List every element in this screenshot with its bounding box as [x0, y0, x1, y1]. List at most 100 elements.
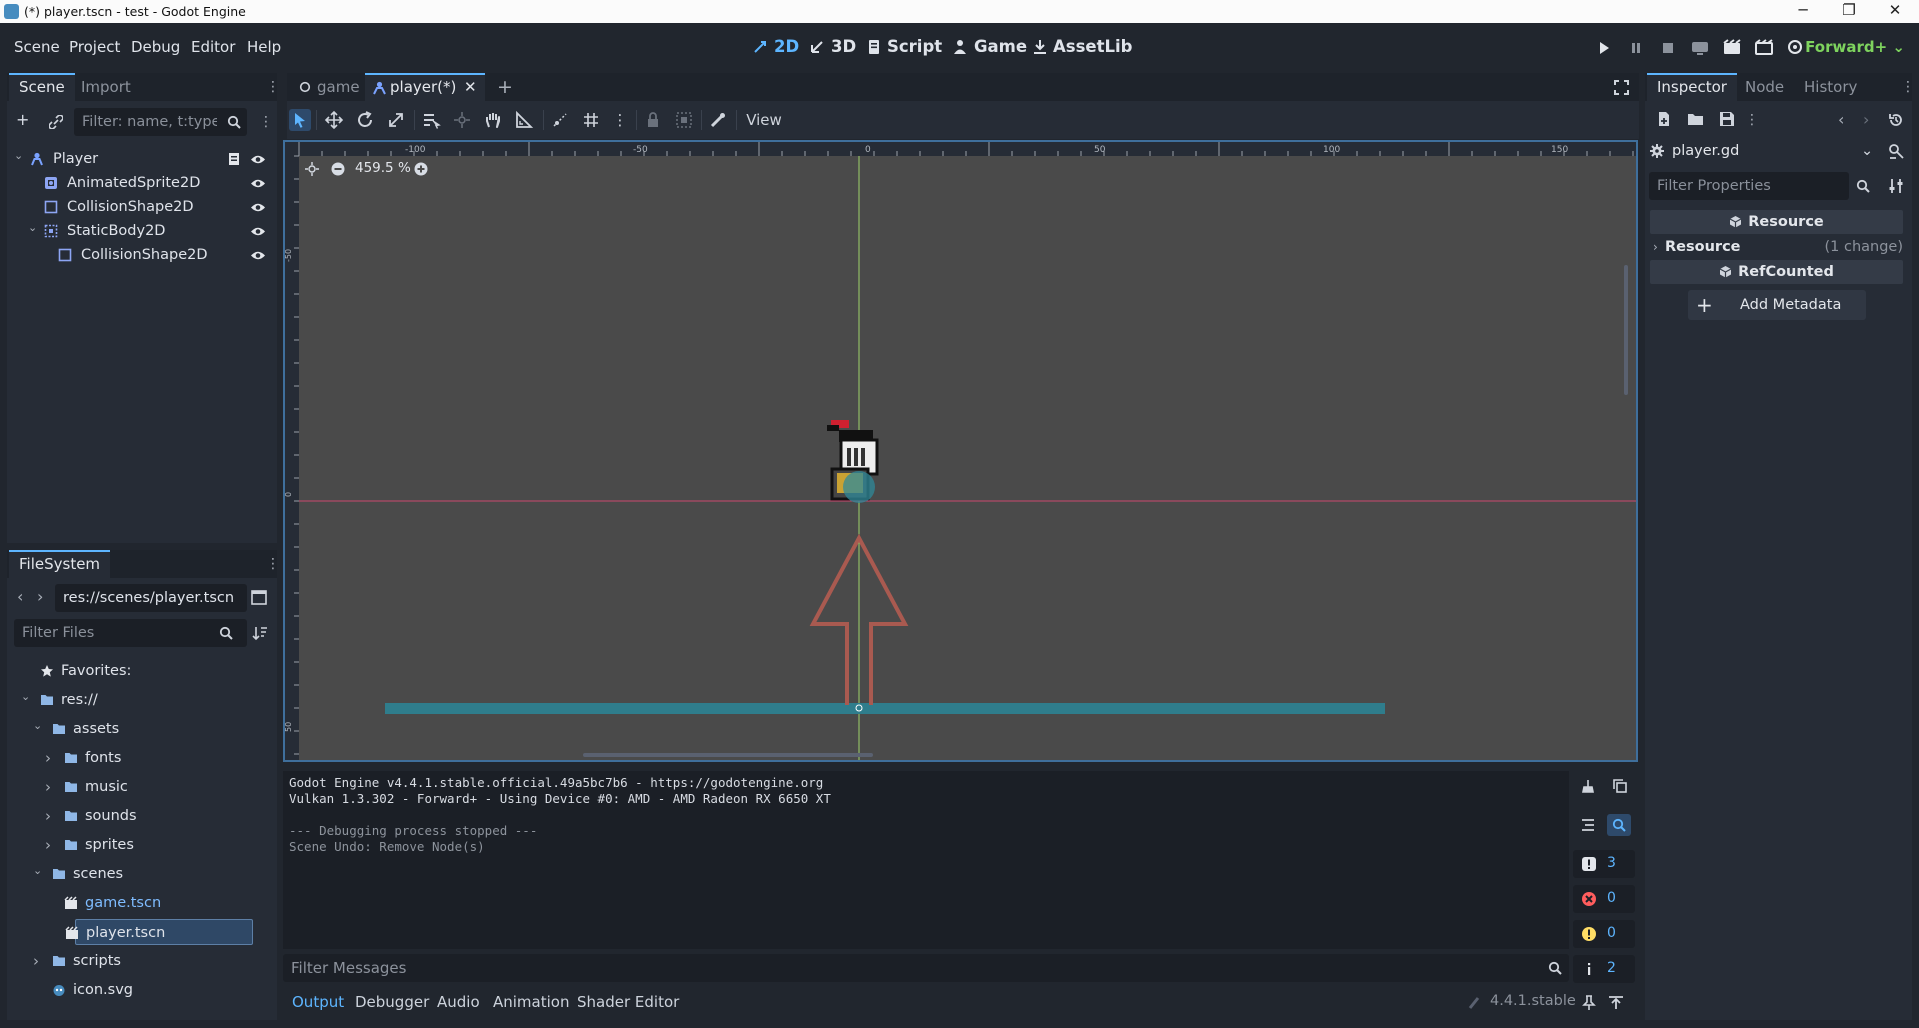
filesystem-item[interactable]: › fonts [7, 745, 277, 771]
center-view-icon[interactable] [305, 162, 319, 176]
filter-errors-toggle[interactable]: 0 [1573, 885, 1635, 913]
tab-node[interactable]: Node [1735, 73, 1794, 101]
collapse-arrow-icon[interactable]: › [45, 745, 51, 771]
scene-tab-player[interactable]: player(*) ✕ [365, 73, 485, 101]
collapse-arrow-icon[interactable]: › [45, 803, 51, 829]
file-filter-input[interactable]: Filter Files [14, 619, 247, 647]
menu-scene[interactable]: Scene [14, 38, 60, 56]
sort-icon[interactable] [252, 625, 268, 641]
path-field[interactable]: res://scenes/player.tscn [55, 584, 247, 612]
filesystem-item[interactable]: ⌄ scenes [7, 861, 277, 887]
renderer-selector[interactable]: Forward+ ⌄ [1805, 38, 1905, 56]
grid-snap-icon[interactable] [580, 109, 602, 131]
view-menu-button[interactable]: View [744, 109, 784, 131]
filter-info-toggle[interactable]: 2 [1573, 955, 1635, 983]
scene-tree-options-icon[interactable]: ⋮ [259, 114, 273, 130]
filter-messages-toggle[interactable]: 3 [1573, 850, 1635, 878]
tab-import[interactable]: Import [71, 73, 141, 101]
filter-messages-input[interactable]: Filter Messages [283, 954, 1569, 982]
pause-icon[interactable] [1625, 38, 1647, 58]
filesystem-item[interactable]: player.tscn [65, 919, 253, 945]
tab-shader-editor[interactable]: Shader Editor [577, 993, 679, 1011]
play-custom-scene-icon[interactable] [1753, 38, 1775, 58]
workspace-script-button[interactable]: Script [867, 37, 942, 56]
resource-path-selector[interactable]: player.gd ⌄ [1645, 137, 1877, 165]
scene-tree-node[interactable]: CollisionShape2D [7, 194, 277, 220]
search-toggle-button[interactable] [1607, 814, 1631, 836]
expand-arrow-icon[interactable]: ⌄ [33, 713, 42, 739]
resource-options-icon[interactable]: ⋮ [1745, 112, 1759, 128]
tab-animation[interactable]: Animation [493, 993, 569, 1011]
close-button[interactable]: ✕ [1872, 0, 1918, 23]
canvas-2d[interactable]: -100 -50 0 50 100 150 -50 0 50 [285, 142, 1636, 760]
workspace-game-button[interactable]: Game [952, 37, 1027, 56]
collapse-arrow-icon[interactable]: › [33, 948, 39, 974]
filesystem-item[interactable]: ⌄ assets [7, 716, 277, 742]
zoom-out-icon[interactable] [331, 162, 345, 176]
copy-icon[interactable] [1612, 778, 1628, 794]
visibility-eye-icon[interactable] [250, 178, 266, 189]
pivot-tool-icon[interactable] [451, 109, 473, 131]
scene-tab-game[interactable]: game [293, 73, 363, 101]
ruler-tool-icon[interactable] [513, 109, 535, 131]
menu-editor[interactable]: Editor [191, 38, 235, 56]
scene-tree-node[interactable]: ⌄ StaticBody2D [7, 218, 277, 244]
version-label[interactable]: 4.4.1.stable [1490, 993, 1576, 1009]
filesystem-item[interactable]: icon.svg [7, 977, 277, 1003]
expand-panel-icon[interactable] [1608, 995, 1624, 1011]
visibility-eye-icon[interactable] [250, 154, 266, 165]
filesystem-item[interactable]: › music [7, 774, 277, 800]
list-select-icon[interactable] [420, 109, 442, 131]
visibility-eye-icon[interactable] [250, 250, 266, 261]
forward-icon[interactable]: › [37, 588, 43, 606]
scene-tree-node[interactable]: CollisionShape2D [7, 242, 277, 268]
collapse-messages-icon[interactable] [1580, 817, 1596, 833]
vertical-scrollbar[interactable] [1624, 265, 1628, 395]
maximize-button[interactable]: ❐ [1826, 0, 1872, 23]
tab-debugger[interactable]: Debugger [355, 993, 429, 1011]
tab-scene[interactable]: Scene [9, 73, 75, 101]
scale-tool-icon[interactable] [385, 109, 407, 131]
pan-tool-icon[interactable] [482, 109, 504, 131]
expand-arrow-icon[interactable]: ⌄ [33, 858, 42, 884]
menu-help[interactable]: Help [247, 38, 281, 56]
tab-output[interactable]: Output [292, 993, 344, 1011]
output-log[interactable]: Godot Engine v4.4.1.stable.official.49a5… [283, 771, 1569, 949]
dock-menu-icon[interactable]: ⋮ [1901, 79, 1915, 95]
workspace-3d-button[interactable]: 3D [809, 37, 856, 56]
group-resource[interactable]: › Resource (1 change) [1650, 235, 1903, 259]
new-resource-icon[interactable] [1656, 111, 1672, 127]
expand-arrow-icon[interactable]: ⌄ [21, 684, 30, 710]
add-node-icon[interactable]: + [16, 111, 29, 129]
add-scene-tab-icon[interactable]: + [497, 76, 513, 98]
pin-icon[interactable] [1582, 995, 1596, 1011]
horizontal-scrollbar[interactable] [583, 753, 873, 757]
distraction-free-icon[interactable] [1614, 80, 1629, 95]
play-icon[interactable] [1593, 38, 1615, 58]
tab-audio[interactable]: Audio [437, 993, 480, 1011]
scene-tree-node[interactable]: AnimatedSprite2D [7, 170, 277, 196]
floor-collision-shape[interactable] [385, 703, 1385, 714]
collapse-arrow-icon[interactable]: › [45, 774, 51, 800]
snap-options-icon[interactable]: ⋮ [609, 109, 631, 131]
save-resource-icon[interactable] [1719, 111, 1735, 127]
workspace-2d-button[interactable]: 2D [752, 37, 799, 56]
script-icon[interactable] [228, 152, 240, 166]
tab-filesystem[interactable]: FileSystem [9, 550, 111, 578]
tab-inspector[interactable]: Inspector [1647, 73, 1737, 101]
object-properties-icon[interactable] [1888, 143, 1904, 159]
filesystem-item[interactable]: › sounds [7, 803, 277, 829]
expand-arrow-icon[interactable]: ⌄ [28, 215, 37, 241]
filesystem-item[interactable]: ⌄ res:// [7, 687, 277, 713]
back-icon[interactable]: ‹ [17, 588, 23, 606]
section-refcounted[interactable]: RefCounted [1650, 260, 1903, 284]
skeleton-options-icon[interactable] [707, 109, 729, 131]
dock-menu-icon[interactable]: ⋮ [266, 556, 280, 572]
forward-icon[interactable]: › [1863, 111, 1869, 129]
instance-scene-icon[interactable] [49, 115, 63, 129]
split-mode-icon[interactable] [251, 590, 267, 605]
smart-snap-icon[interactable] [549, 109, 571, 131]
remote-debug-icon[interactable] [1689, 38, 1711, 58]
canvas-viewport[interactable]: -100 -50 0 50 100 150 -50 0 50 [283, 140, 1638, 762]
dock-menu-icon[interactable]: ⋮ [266, 79, 280, 95]
